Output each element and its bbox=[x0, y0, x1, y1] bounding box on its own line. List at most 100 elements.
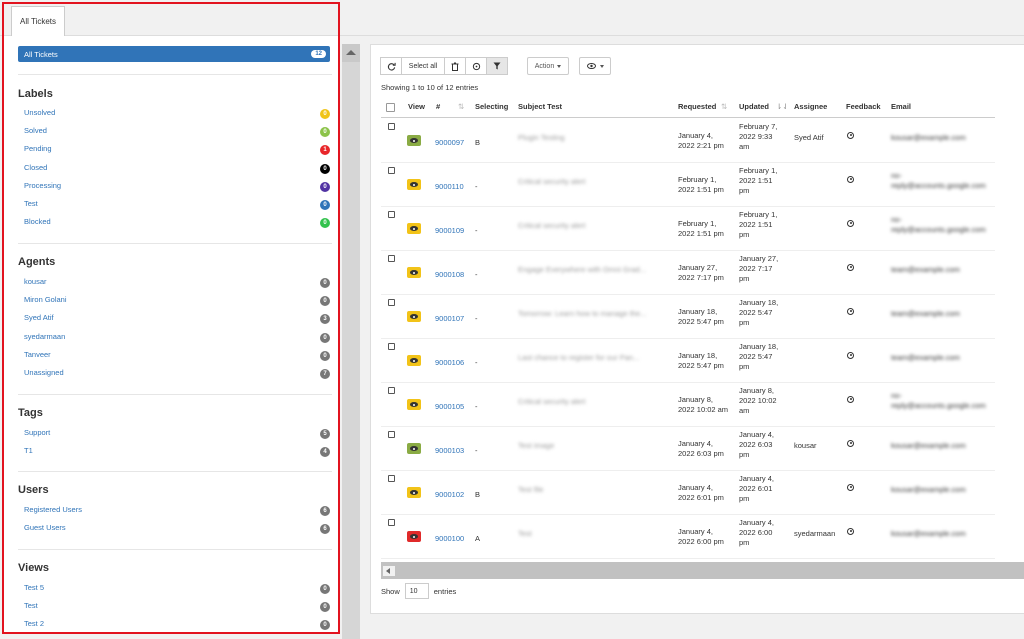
feedback-icon[interactable] bbox=[847, 264, 854, 271]
sidebar-item-all-tickets[interactable]: All Tickets 12 bbox=[18, 46, 330, 62]
row-checkbox[interactable] bbox=[388, 299, 395, 306]
action-dropdown[interactable]: Action bbox=[527, 57, 569, 75]
table-row[interactable]: 9000102 B Test file January 4, 2022 6:01 pm J… bbox=[381, 471, 995, 515]
row-checkbox[interactable] bbox=[388, 167, 395, 174]
subject-text[interactable]: Test image bbox=[518, 441, 668, 450]
column-header-selecting[interactable]: Selecting bbox=[475, 97, 508, 117]
view-button[interactable] bbox=[407, 267, 421, 278]
sidebar-item-test[interactable]: Test 0 bbox=[24, 601, 332, 613]
ticket-number-link[interactable]: 9000109 bbox=[435, 226, 464, 235]
sidebar-item-test[interactable]: Test 0 bbox=[24, 199, 332, 211]
sidebar-item-test-2[interactable]: Test 2 0 bbox=[24, 619, 332, 631]
sidebar-item-blocked[interactable]: Blocked 0 bbox=[24, 217, 332, 229]
view-button[interactable] bbox=[407, 399, 421, 410]
subject-text[interactable]: Test bbox=[518, 529, 668, 538]
feedback-icon[interactable] bbox=[847, 308, 854, 315]
ticket-number-link[interactable]: 9000105 bbox=[435, 402, 464, 411]
sidebar-item-closed[interactable]: Closed 0 bbox=[24, 163, 332, 175]
view-button[interactable] bbox=[407, 135, 421, 146]
column-header-number[interactable]: # bbox=[436, 97, 440, 117]
horizontal-scrollbar[interactable] bbox=[381, 562, 1024, 579]
column-header-updated[interactable]: Updated bbox=[739, 97, 769, 117]
ticket-number-link[interactable]: 9000100 bbox=[435, 534, 464, 543]
sidebar-item-guest-users[interactable]: Guest Users 6 bbox=[24, 523, 332, 535]
view-button[interactable] bbox=[407, 443, 421, 454]
feedback-icon[interactable] bbox=[847, 132, 854, 139]
row-checkbox[interactable] bbox=[388, 255, 395, 262]
row-checkbox[interactable] bbox=[388, 475, 395, 482]
ticket-number-link[interactable]: 9000097 bbox=[435, 138, 464, 147]
view-button[interactable] bbox=[407, 179, 421, 190]
sort-desc-icon[interactable]: ⇂⇃ bbox=[776, 97, 789, 117]
sidebar-item-tanveer[interactable]: Tanveer 0 bbox=[24, 350, 332, 362]
table-row[interactable]: 9000100 A Test January 4, 2022 6:00 pm Januar… bbox=[381, 515, 995, 559]
table-row[interactable]: 9000097 B Plugin Testing January 4, 2022 2:2… bbox=[381, 119, 995, 163]
subject-text[interactable]: Test file bbox=[518, 485, 668, 494]
sidebar-item-kousar[interactable]: kousar 0 bbox=[24, 277, 332, 289]
row-checkbox[interactable] bbox=[388, 211, 395, 218]
sidebar-item-miron-golani[interactable]: Miron Golani 0 bbox=[24, 295, 332, 307]
columns-visibility-dropdown[interactable] bbox=[579, 57, 611, 75]
row-checkbox[interactable] bbox=[388, 387, 395, 394]
view-button[interactable] bbox=[407, 531, 421, 542]
feedback-icon[interactable] bbox=[847, 176, 854, 183]
table-row[interactable]: 9000107 - Tomorrow: Learn how to manage th… bbox=[381, 295, 995, 339]
column-header-view[interactable]: View bbox=[408, 97, 425, 117]
sidebar-item-t1[interactable]: T1 4 bbox=[24, 446, 332, 458]
table-row[interactable]: 9000109 - Critical security alert February … bbox=[381, 207, 995, 251]
subject-text[interactable]: Engage Everywhere with Omni Grad... bbox=[518, 265, 668, 274]
ticket-number-link[interactable]: 9000103 bbox=[435, 446, 464, 455]
table-row[interactable]: 9000103- Test image January 4, 2022 6:03 pm… bbox=[381, 427, 995, 471]
ticket-number-link[interactable]: 9000106 bbox=[435, 358, 464, 367]
subject-text[interactable]: Critical security alert bbox=[518, 177, 668, 186]
subject-text[interactable]: Last chance to register for our Pan... bbox=[518, 353, 668, 362]
feedback-icon[interactable] bbox=[847, 396, 854, 403]
refresh-button[interactable] bbox=[380, 57, 402, 75]
sort-icon[interactable]: ⇅ bbox=[458, 97, 464, 117]
scroll-up-icon[interactable] bbox=[346, 50, 356, 55]
column-header-feedback[interactable]: Feedback bbox=[846, 97, 881, 117]
sidebar-item-test-5[interactable]: Test 5 0 bbox=[24, 583, 332, 595]
subject-text[interactable]: Tomorrow: Learn how to manage the... bbox=[518, 309, 668, 318]
table-row[interactable]: 9000110 - Critical security alert February … bbox=[381, 163, 995, 207]
vertical-scrollbar[interactable] bbox=[342, 44, 360, 639]
row-checkbox[interactable] bbox=[388, 343, 395, 350]
column-header-requested[interactable]: Requested bbox=[678, 97, 716, 117]
sidebar-item-support[interactable]: Support 5 bbox=[24, 428, 332, 440]
view-button[interactable] bbox=[407, 487, 421, 498]
sidebar-item-registered-users[interactable]: Registered Users 6 bbox=[24, 505, 332, 517]
row-checkbox[interactable] bbox=[388, 123, 395, 130]
sidebar-item-pending[interactable]: Pending 1 bbox=[24, 144, 332, 156]
tab-all-tickets[interactable]: All Tickets bbox=[11, 6, 65, 36]
table-row[interactable]: 9000105 - Critical security alert January 8… bbox=[381, 383, 995, 427]
sidebar-item-processing[interactable]: Processing 0 bbox=[24, 181, 332, 193]
page-length-select[interactable]: 10 bbox=[404, 583, 429, 599]
sidebar-item-unassigned[interactable]: Unassigned 7 bbox=[24, 368, 332, 380]
ticket-number-link[interactable]: 9000102 bbox=[435, 490, 464, 499]
column-header-email[interactable]: Email bbox=[891, 97, 911, 117]
sort-icon[interactable]: ⇅ bbox=[721, 97, 727, 117]
column-header-assignee[interactable]: Assignee bbox=[794, 97, 827, 117]
subject-text[interactable]: Plugin Testing bbox=[518, 133, 668, 142]
row-checkbox[interactable] bbox=[388, 519, 395, 526]
checkbox[interactable] bbox=[386, 103, 395, 112]
table-row[interactable]: 9000108 - Engage Everywhere with Omni Grad… bbox=[381, 251, 995, 295]
feedback-icon[interactable] bbox=[847, 352, 854, 359]
feedback-icon[interactable] bbox=[847, 440, 854, 447]
view-button[interactable] bbox=[407, 223, 421, 234]
feedback-icon[interactable] bbox=[847, 484, 854, 491]
ticket-number-link[interactable]: 9000110 bbox=[435, 182, 464, 191]
column-header-subject[interactable]: Subject Test bbox=[518, 97, 562, 117]
sidebar-item-unsolved[interactable]: Unsolved 0 bbox=[24, 108, 332, 120]
sidebar-item-syed-atif[interactable]: Syed Atif 3 bbox=[24, 313, 332, 325]
ticket-number-link[interactable]: 9000108 bbox=[435, 270, 464, 279]
restore-button[interactable] bbox=[465, 57, 487, 75]
select-all-button[interactable]: Select all bbox=[401, 57, 445, 75]
sidebar-item-solved[interactable]: Solved 0 bbox=[24, 126, 332, 138]
delete-button[interactable] bbox=[444, 57, 466, 75]
feedback-icon[interactable] bbox=[847, 220, 854, 227]
table-row[interactable]: 9000106 - Last chance to register for our … bbox=[381, 339, 995, 383]
view-button[interactable] bbox=[407, 311, 421, 322]
feedback-icon[interactable] bbox=[847, 528, 854, 535]
ticket-number-link[interactable]: 9000107 bbox=[435, 314, 464, 323]
